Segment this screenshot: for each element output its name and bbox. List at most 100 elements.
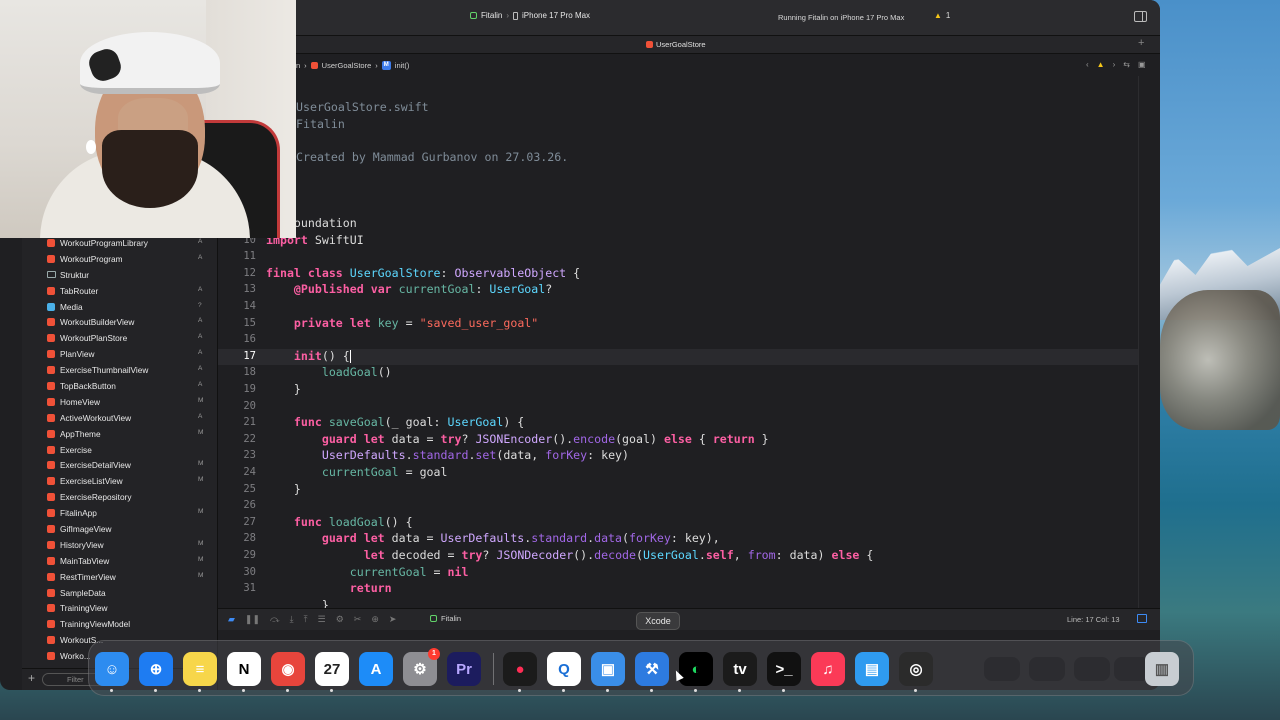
simulator-icon[interactable]: ▣ (591, 652, 625, 686)
app-store-icon[interactable]: A (359, 652, 393, 686)
related-items-icon[interactable]: ⇆ (1123, 60, 1130, 69)
pause-icon[interactable]: ❚❚ (245, 614, 260, 625)
music-icon[interactable]: ♫ (811, 652, 845, 686)
breakpoints-toggle-icon[interactable]: ▰ (228, 614, 235, 625)
sidebar-item-sampledata[interactable]: SampleData (22, 586, 218, 602)
code-line[interactable]: 28 guard let data = UserDefaults.standar… (218, 531, 1138, 548)
system-settings-icon[interactable]: ⚙ 1 (403, 648, 440, 686)
notes-icon[interactable]: ≡ (183, 652, 217, 686)
breadcrumb-file[interactable]: UserGoalStore (322, 61, 372, 70)
sidebar-item-exercisedetailview[interactable]: ExerciseDetailView M (22, 458, 218, 474)
step-in-icon[interactable]: ⤓ (290, 614, 294, 625)
sidebar-item-exercise[interactable]: Exercise (22, 443, 218, 459)
memory-graph-icon[interactable]: ⚙ (336, 614, 344, 625)
code-line[interactable]: 11 (218, 249, 1138, 266)
terminal-icon[interactable]: >_ (767, 652, 801, 686)
warning-icon[interactable]: ▲ (1097, 60, 1105, 69)
tab-usergoalstore[interactable]: UserGoalStore (646, 40, 706, 49)
sidebar-item-homeview[interactable]: HomeView M (22, 395, 218, 411)
simulate-location-icon[interactable]: ⊕ (371, 614, 379, 625)
code-line[interactable]: 26 (218, 498, 1138, 515)
keynote-icon[interactable]: ▤ (855, 652, 889, 686)
debug-area-toggle-icon[interactable] (1137, 614, 1147, 623)
breadcrumb-prefix[interactable]: n (296, 61, 300, 70)
code-line[interactable]: 19 } (218, 382, 1138, 399)
sidebar-item-historyview[interactable]: HistoryView M (22, 538, 218, 554)
code-line[interactable]: 12 final class UserGoalStore: ObservableO… (218, 266, 1138, 283)
sidebar-item-resttimerview[interactable]: RestTimerView M (22, 570, 218, 586)
minimized-window-1[interactable] (984, 657, 1020, 681)
code-line[interactable]: 25 } (218, 482, 1138, 499)
scheme-device-label[interactable]: iPhone 17 Pro Max (522, 11, 590, 20)
step-out-icon[interactable]: ⤒ (304, 614, 308, 625)
obs-icon[interactable]: ◎ (899, 652, 933, 686)
sidebar-item-workoutprogram[interactable]: WorkoutProgram A (22, 252, 218, 268)
sidebar-item-trainingviewmodel[interactable]: TrainingViewModel (22, 617, 218, 633)
apple-tv-icon[interactable]: tv (723, 652, 757, 686)
minimized-window-2[interactable] (1029, 657, 1065, 681)
code-line[interactable]: 15 private let key = "saved_user_goal" (218, 316, 1138, 333)
sidebar-item-exerciselistview[interactable]: ExerciseListView M (22, 474, 218, 490)
xcode-icon[interactable]: ⚒ (635, 652, 669, 686)
minimized-window-3[interactable] (1074, 657, 1110, 681)
spotify-icon[interactable]: ◐ (679, 652, 713, 686)
safari-icon[interactable]: ⊕ (139, 652, 173, 686)
editor-options-icon[interactable]: ▣ (1138, 60, 1146, 69)
chevron-right-icon[interactable]: › (1113, 60, 1116, 69)
quicktime-icon[interactable]: Q (547, 652, 581, 686)
code-line[interactable]: 18 loadGoal() (218, 365, 1138, 382)
sidebar-item-media[interactable]: Media? (22, 300, 218, 316)
environment-icon[interactable]: ✂ (354, 614, 362, 625)
chrome-icon[interactable]: ◉ (271, 652, 305, 686)
sidebar-item-apptheme[interactable]: AppTheme M (22, 427, 218, 443)
sidebar-item-trainingview[interactable]: TrainingView (22, 601, 218, 617)
breadcrumb[interactable]: n › UserGoalStore › M init() (296, 61, 409, 70)
code-line[interactable]: rt Foundation (218, 216, 1138, 233)
code-line[interactable]: 22 guard let data = try? JSONEncoder().e… (218, 432, 1138, 449)
code-line[interactable]: 17 init() { (218, 348, 1138, 366)
minimap[interactable] (1138, 76, 1160, 608)
sidebar-item-planview[interactable]: PlanView A (22, 347, 218, 363)
sidebar-item-fitalinapp[interactable]: FitalinApp M (22, 506, 218, 522)
notion-icon[interactable]: N (227, 652, 261, 686)
sidebar-item-activeworkoutview[interactable]: ActiveWorkoutView A (22, 411, 218, 427)
sidebar-item-exerciserepository[interactable]: ExerciseRepository (22, 490, 218, 506)
premiere-icon[interactable]: Pr (447, 652, 481, 686)
scheme-selector[interactable]: Fitalin › iPhone 17 Pro Max (470, 11, 590, 20)
debug-target[interactable]: Fitalin (430, 614, 461, 623)
code-line[interactable]: 10 import SwiftUI (218, 233, 1138, 250)
sidebar-item-workoutprogramlibrary[interactable]: WorkoutProgramLibrary A (22, 236, 218, 252)
code-line[interactable]: 23 UserDefaults.standard.set(data, forKe… (218, 448, 1138, 465)
sidebar-item-exercisethumbnailview[interactable]: ExerciseThumbnailView A (22, 363, 218, 379)
view-hierarchy-icon[interactable]: ☰ (318, 614, 326, 625)
sidebar-item-workoutbuilderview[interactable]: WorkoutBuilderView A (22, 315, 218, 331)
sidebar-item-topbackbutton[interactable]: TopBackButton A (22, 379, 218, 395)
add-tab-button[interactable]: + (1138, 37, 1144, 49)
code-line[interactable]: 24 currentGoal = goal (218, 465, 1138, 482)
code-line[interactable]: 14 (218, 299, 1138, 316)
add-file-button[interactable]: + (28, 671, 35, 685)
sidebar-item-tabrouter[interactable]: TabRouter A (22, 284, 218, 300)
code-line[interactable]: 20 (218, 399, 1138, 416)
warnings-indicator[interactable]: ▲ 1 (934, 11, 950, 20)
trash-icon[interactable]: ▥ (1145, 652, 1179, 686)
code-line[interactable]: 16 (218, 332, 1138, 349)
sidebar-item-maintabview[interactable]: MainTabView M (22, 554, 218, 570)
code-line[interactable]: 30 currentGoal = nil (218, 565, 1138, 582)
breadcrumb-symbol[interactable]: init() (395, 61, 410, 70)
source-editor[interactable]: UserGoalStore.swift Fitalin Created by Mam… (218, 76, 1138, 608)
inspector-toggle-icon[interactable] (1134, 11, 1147, 22)
chevron-left-icon[interactable]: ‹ (1086, 60, 1089, 69)
screen-recorder-icon[interactable]: ● (503, 652, 537, 686)
sidebar-item-workoutplanstore[interactable]: WorkoutPlanStore A (22, 331, 218, 347)
code-line[interactable]: 31 return (218, 581, 1138, 598)
finder-icon[interactable]: ☺ (95, 652, 129, 686)
sidebar-item-gifimageview[interactable]: GifImageView (22, 522, 218, 538)
code-line[interactable]: 13 @Published var currentGoal: UserGoal? (218, 282, 1138, 299)
code-line[interactable]: 21 func saveGoal(_ goal: UserGoal) { (218, 415, 1138, 432)
step-over-icon[interactable]: ⤼ (270, 614, 280, 625)
calendar-icon[interactable]: 27 (315, 652, 349, 686)
code-line[interactable]: 29 let decoded = try? JSONDecoder().deco… (218, 548, 1138, 565)
location-arrow-icon[interactable]: ➤ (389, 614, 397, 625)
sidebar-item-struktur[interactable]: Struktur (22, 268, 218, 284)
